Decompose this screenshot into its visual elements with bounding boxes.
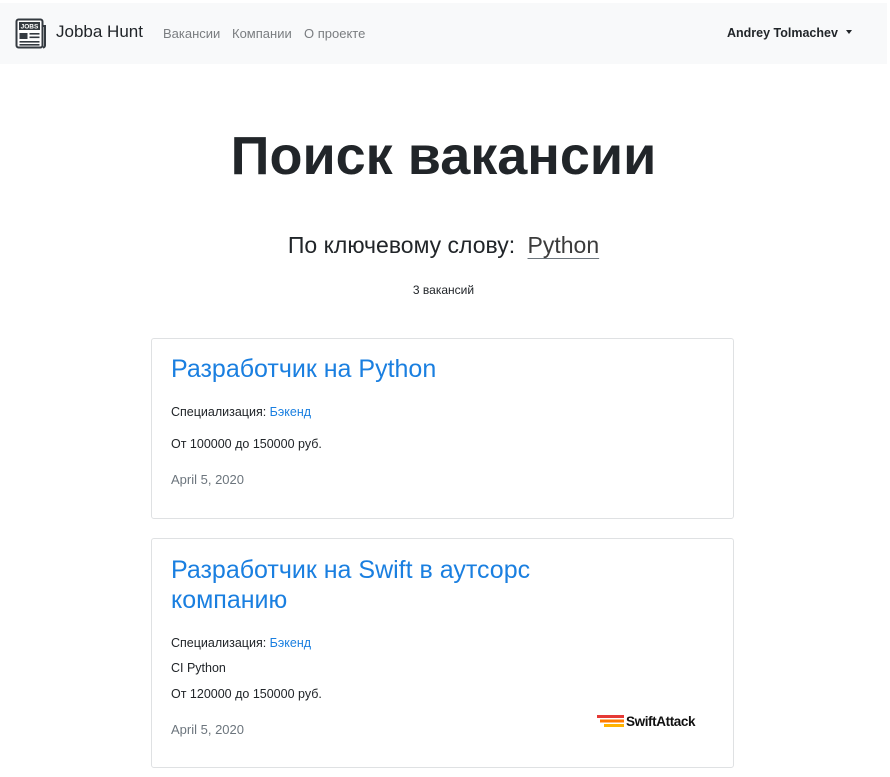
keyword-label: По ключевому слову: bbox=[287, 232, 516, 258]
user-name: Andrey Tolmachev bbox=[727, 26, 838, 40]
nav-link-vacancies[interactable]: Вакансии bbox=[163, 26, 220, 41]
vacancy-title-link[interactable]: Разработчик на Swift в аутсорс компанию bbox=[171, 555, 591, 615]
svg-text:JOBS: JOBS bbox=[21, 24, 39, 31]
vacancy-card: Разработчик на Python Специализация: Бэк… bbox=[151, 338, 734, 519]
newspaper-jobs-icon: JOBS bbox=[15, 18, 46, 49]
specialization-link[interactable]: Бэкенд bbox=[270, 636, 311, 650]
vacancy-specialization: Специализация: Бэкенд bbox=[171, 405, 311, 419]
specialization-label: Специализация: bbox=[171, 405, 267, 419]
nav-link-companies[interactable]: Компании bbox=[232, 26, 292, 41]
keyword-value: Python bbox=[527, 232, 600, 258]
vacancy-salary: От 100000 до 150000 руб. bbox=[171, 437, 322, 451]
brand-link[interactable]: JOBS Jobba Hunt bbox=[15, 18, 143, 50]
vacancy-title-link[interactable]: Разработчик на Python bbox=[171, 354, 591, 384]
brand-name: Jobba Hunt bbox=[56, 22, 143, 41]
vacancy-specialization: Специализация: Бэкенд bbox=[171, 636, 311, 650]
vacancy-skills: CI Python bbox=[171, 661, 226, 675]
vacancy-card: Разработчик на Swift в аутсорс компанию … bbox=[151, 538, 734, 768]
company-logo[interactable]: SwiftAttack bbox=[597, 711, 701, 731]
top-navbar: JOBS Jobba Hunt Вакансии Компании О прое… bbox=[0, 3, 887, 64]
specialization-link[interactable]: Бэкенд bbox=[270, 405, 311, 419]
company-logo-text: SwiftAttack bbox=[626, 713, 696, 729]
vacancy-date: April 5, 2020 bbox=[171, 722, 244, 737]
vacancy-salary: От 120000 до 150000 руб. bbox=[171, 687, 322, 701]
specialization-label: Специализация: bbox=[171, 636, 267, 650]
results-count: 3 вакансий bbox=[412, 283, 475, 297]
page-title: Поиск вакансии bbox=[230, 126, 657, 186]
caret-down-icon bbox=[845, 30, 852, 34]
vacancy-date: April 5, 2020 bbox=[171, 472, 244, 487]
nav-link-about[interactable]: О проекте bbox=[304, 26, 365, 41]
search-keyword-row: По ключевому слову: Python bbox=[0, 232, 887, 259]
user-menu-dropdown[interactable]: Andrey Tolmachev bbox=[727, 26, 852, 40]
swiftattack-logo bbox=[597, 715, 624, 727]
